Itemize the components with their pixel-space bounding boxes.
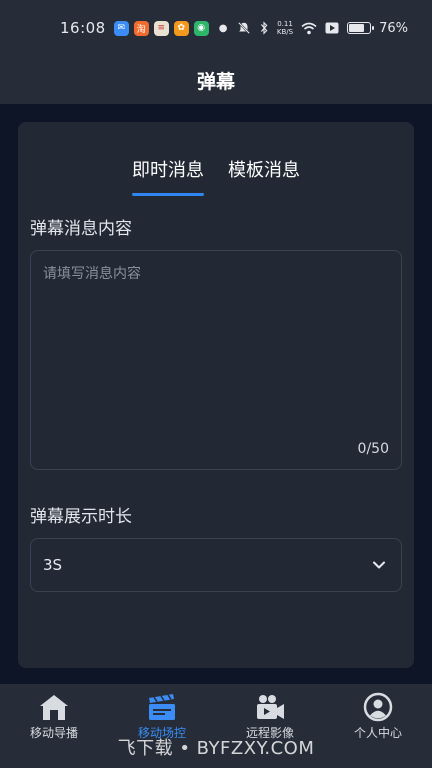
message-content-input[interactable] (31, 251, 401, 469)
watermark: 飞下载 • BYFZXY.COM (117, 738, 315, 759)
user-profile-icon (363, 692, 393, 722)
message-content-box: 0/50 (30, 250, 402, 470)
status-right: 0.11 KB/S 76% (237, 20, 408, 36)
media-play-icon (325, 22, 339, 34)
clapperboard-icon (149, 694, 175, 720)
notification-app-icons: ✉ 淘 ≡ ✿ ◉ (113, 20, 209, 36)
video-camera-icon (257, 695, 284, 719)
char-count: 0/50 (357, 441, 389, 457)
battery-level (349, 24, 365, 32)
app-icon-4: ✿ (173, 20, 189, 36)
battery-percent: 76% (379, 20, 408, 36)
battery-icon (347, 22, 375, 34)
app-icon-1: ✉ (113, 20, 129, 36)
page-title: 弹幕 (196, 70, 235, 93)
title-bar: 弹幕 (0, 56, 432, 104)
app-icon-5: ◉ (193, 20, 209, 36)
message-tabs: 即时消息 模板消息 (18, 156, 414, 196)
bluetooth-icon (260, 21, 268, 35)
status-bar: 16:08 ✉ 淘 ≡ ✿ ◉ ● 0.11 KB/S 76% (0, 0, 432, 56)
display-duration-select[interactable]: 3S (30, 538, 402, 592)
display-duration-value: 3S (43, 556, 63, 574)
message-content-label: 弹幕消息内容 (30, 219, 132, 239)
status-time: 16:08 (60, 19, 106, 37)
tab-template-message[interactable]: 模板消息 (228, 156, 300, 196)
tab-instant-message[interactable]: 即时消息 (132, 156, 204, 196)
app-icon-2: 淘 (133, 20, 149, 36)
notification-dot-icon: ● (218, 22, 228, 34)
danmaku-card: 即时消息 模板消息 弹幕消息内容 0/50 弹幕展示时长 3S (18, 122, 414, 668)
display-duration-label: 弹幕展示时长 (30, 507, 132, 527)
home-icon (40, 695, 68, 720)
wifi-icon (301, 22, 317, 34)
mute-bell-icon (237, 21, 250, 35)
app-icon-3: ≡ (153, 20, 169, 36)
net-speed: 0.11 KB/S (276, 20, 294, 36)
chevron-down-icon (373, 561, 385, 569)
